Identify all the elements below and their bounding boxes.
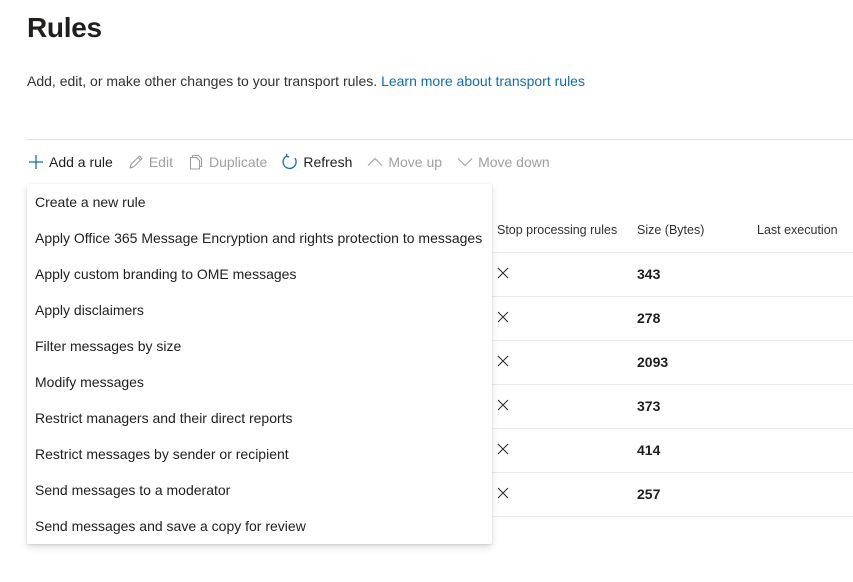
header-divider — [492, 252, 853, 253]
menu-item-restrict-sender-recipient[interactable]: Restrict messages by sender or recipient — [27, 436, 492, 472]
row-divider — [492, 516, 853, 517]
column-header-last-execution[interactable]: Last execution — [757, 223, 838, 237]
x-icon — [497, 311, 509, 323]
row-divider — [492, 296, 853, 297]
row-divider — [492, 472, 853, 473]
x-icon — [497, 267, 509, 279]
menu-item-ome-branding[interactable]: Apply custom branding to OME messages — [27, 256, 492, 292]
row-divider — [492, 340, 853, 341]
duplicate-label: Duplicate — [208, 154, 268, 170]
menu-item-send-to-moderator[interactable]: Send messages to a moderator — [27, 472, 492, 508]
menu-item-filter-by-size[interactable]: Filter messages by size — [27, 328, 492, 364]
menu-item-apply-disclaimers[interactable]: Apply disclaimers — [27, 292, 492, 328]
size-cell: 414 — [637, 442, 661, 458]
menu-item-modify-messages[interactable]: Modify messages — [27, 364, 492, 400]
size-cell: 373 — [637, 398, 661, 414]
menu-item-send-and-save-copy[interactable]: Send messages and save a copy for review — [27, 508, 492, 544]
add-rule-button[interactable]: Add a rule — [27, 148, 113, 176]
column-header-stop-processing[interactable]: Stop processing rules — [497, 223, 617, 237]
add-rule-menu: Create a new rule Apply Office 365 Messa… — [27, 184, 492, 544]
size-cell: 2093 — [637, 354, 669, 370]
row-divider — [492, 384, 853, 385]
refresh-button[interactable]: Refresh — [281, 148, 352, 176]
menu-item-apply-ome[interactable]: Apply Office 365 Message Encryption and … — [27, 220, 492, 256]
add-icon — [27, 153, 45, 171]
move-up-label: Move up — [388, 154, 443, 170]
page-description: Add, edit, or make other changes to your… — [27, 73, 585, 89]
refresh-label: Refresh — [303, 154, 353, 170]
x-icon — [497, 487, 509, 499]
learn-more-link[interactable]: Learn more about transport rules — [381, 73, 585, 89]
size-cell: 343 — [637, 266, 661, 282]
toolbar: Add a rule Edit Duplicate Refresh Move u… — [27, 148, 564, 176]
move-up-button[interactable]: Move up — [366, 148, 442, 176]
size-cell: 278 — [637, 310, 661, 326]
row-divider — [492, 428, 853, 429]
x-icon — [497, 399, 509, 411]
move-down-button[interactable]: Move down — [456, 148, 550, 176]
pencil-icon — [127, 153, 145, 171]
move-down-label: Move down — [478, 154, 550, 170]
x-icon — [497, 355, 509, 367]
menu-item-create-new-rule[interactable]: Create a new rule — [27, 184, 492, 220]
description-text: Add, edit, or make other changes to your… — [27, 73, 382, 89]
column-header-size[interactable]: Size (Bytes) — [637, 223, 704, 237]
edit-button[interactable]: Edit — [127, 148, 173, 176]
duplicate-button[interactable]: Duplicate — [187, 148, 267, 176]
chevron-down-icon — [456, 153, 474, 171]
chevron-up-icon — [366, 153, 384, 171]
add-rule-label: Add a rule — [49, 154, 113, 170]
refresh-icon — [281, 153, 299, 171]
page-title: Rules — [27, 12, 102, 43]
copy-icon — [187, 153, 205, 171]
x-icon — [497, 443, 509, 455]
divider — [27, 139, 853, 140]
menu-item-restrict-managers[interactable]: Restrict managers and their direct repor… — [27, 400, 492, 436]
size-cell: 257 — [637, 486, 661, 502]
edit-label: Edit — [148, 154, 173, 170]
